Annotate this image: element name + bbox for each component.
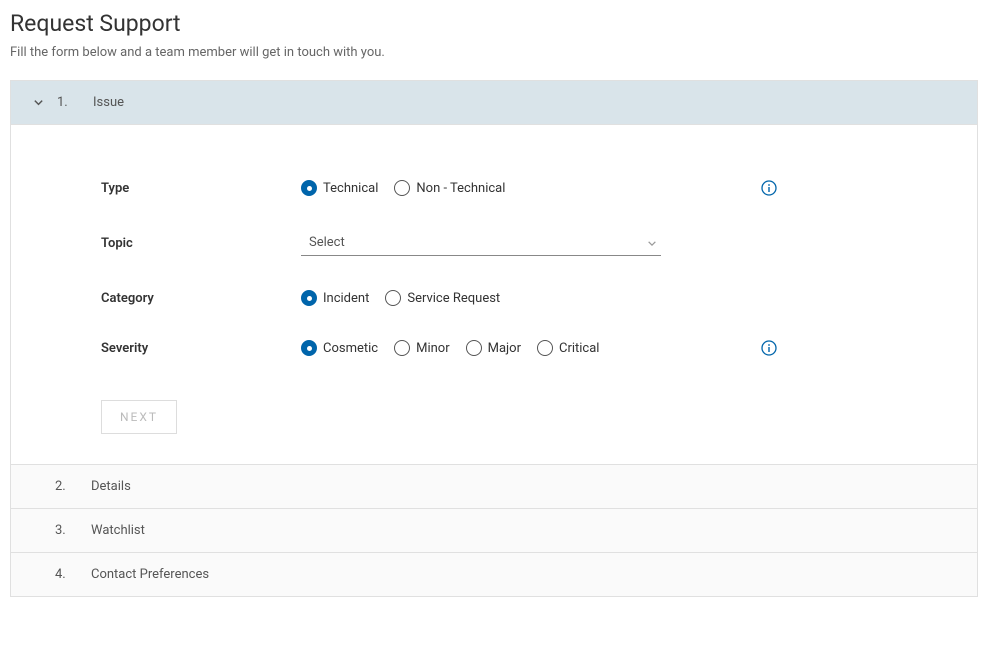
form-row-category: Category Incident Service Request bbox=[101, 290, 887, 306]
radio-icon bbox=[385, 290, 401, 306]
radio-label: Cosmetic bbox=[323, 341, 378, 356]
next-button[interactable]: NEXT bbox=[101, 400, 177, 434]
radio-label: Critical bbox=[559, 341, 599, 356]
radio-group-category: Incident Service Request bbox=[301, 290, 500, 306]
radio-icon bbox=[301, 180, 317, 196]
step-header-issue[interactable]: 1. Issue bbox=[11, 81, 977, 125]
radio-incident[interactable]: Incident bbox=[301, 290, 369, 306]
step-number: 1. bbox=[57, 95, 81, 110]
form-row-severity: Severity Cosmetic Minor Major bbox=[101, 340, 887, 356]
radio-group-type: Technical Non - Technical bbox=[301, 180, 505, 196]
radio-icon bbox=[537, 340, 553, 356]
label-category: Category bbox=[101, 291, 301, 306]
topic-controls: Select bbox=[301, 230, 887, 256]
step-title: Issue bbox=[93, 95, 124, 110]
topic-select[interactable]: Select bbox=[301, 230, 661, 256]
label-type: Type bbox=[101, 181, 301, 196]
info-icon[interactable] bbox=[761, 180, 777, 196]
radio-icon bbox=[394, 180, 410, 196]
select-value: Select bbox=[301, 230, 661, 256]
step-content-issue: Type Technical Non - Technical bbox=[11, 125, 977, 465]
stepper: 1. Issue Type Technical Non - Technical bbox=[10, 80, 978, 597]
radio-icon bbox=[466, 340, 482, 356]
radio-group-severity: Cosmetic Minor Major Critical bbox=[301, 340, 599, 356]
form-row-topic: Topic Select bbox=[101, 230, 887, 256]
radio-minor[interactable]: Minor bbox=[394, 340, 450, 356]
radio-label: Technical bbox=[323, 181, 378, 196]
step-title: Details bbox=[91, 479, 131, 494]
chevron-down-icon bbox=[31, 96, 45, 110]
info-icon[interactable] bbox=[761, 340, 777, 356]
form-row-type: Type Technical Non - Technical bbox=[101, 180, 887, 196]
step-number: 3. bbox=[55, 523, 79, 538]
radio-icon bbox=[301, 340, 317, 356]
radio-major[interactable]: Major bbox=[466, 340, 521, 356]
step-title: Contact Preferences bbox=[91, 567, 209, 582]
radio-label: Major bbox=[488, 341, 521, 356]
step-number: 4. bbox=[55, 567, 79, 582]
radio-service-request[interactable]: Service Request bbox=[385, 290, 500, 306]
radio-icon bbox=[394, 340, 410, 356]
step-title: Watchlist bbox=[91, 523, 145, 538]
radio-label: Non - Technical bbox=[416, 181, 505, 196]
step-header-details[interactable]: 2. Details bbox=[11, 465, 977, 509]
page-title: Request Support bbox=[10, 10, 978, 37]
radio-label: Service Request bbox=[407, 291, 500, 306]
label-severity: Severity bbox=[101, 341, 301, 356]
step-number: 2. bbox=[55, 479, 79, 494]
severity-controls: Cosmetic Minor Major Critical bbox=[301, 340, 887, 356]
step-header-watchlist[interactable]: 3. Watchlist bbox=[11, 509, 977, 553]
category-controls: Incident Service Request bbox=[301, 290, 887, 306]
radio-nontechnical[interactable]: Non - Technical bbox=[394, 180, 505, 196]
radio-critical[interactable]: Critical bbox=[537, 340, 599, 356]
page-subtitle: Fill the form below and a team member wi… bbox=[10, 45, 978, 60]
type-controls: Technical Non - Technical bbox=[301, 180, 887, 196]
radio-label: Minor bbox=[416, 341, 450, 356]
radio-technical[interactable]: Technical bbox=[301, 180, 378, 196]
label-topic: Topic bbox=[101, 236, 301, 251]
radio-icon bbox=[301, 290, 317, 306]
radio-cosmetic[interactable]: Cosmetic bbox=[301, 340, 378, 356]
step-header-contact[interactable]: 4. Contact Preferences bbox=[11, 553, 977, 597]
radio-label: Incident bbox=[323, 291, 369, 306]
